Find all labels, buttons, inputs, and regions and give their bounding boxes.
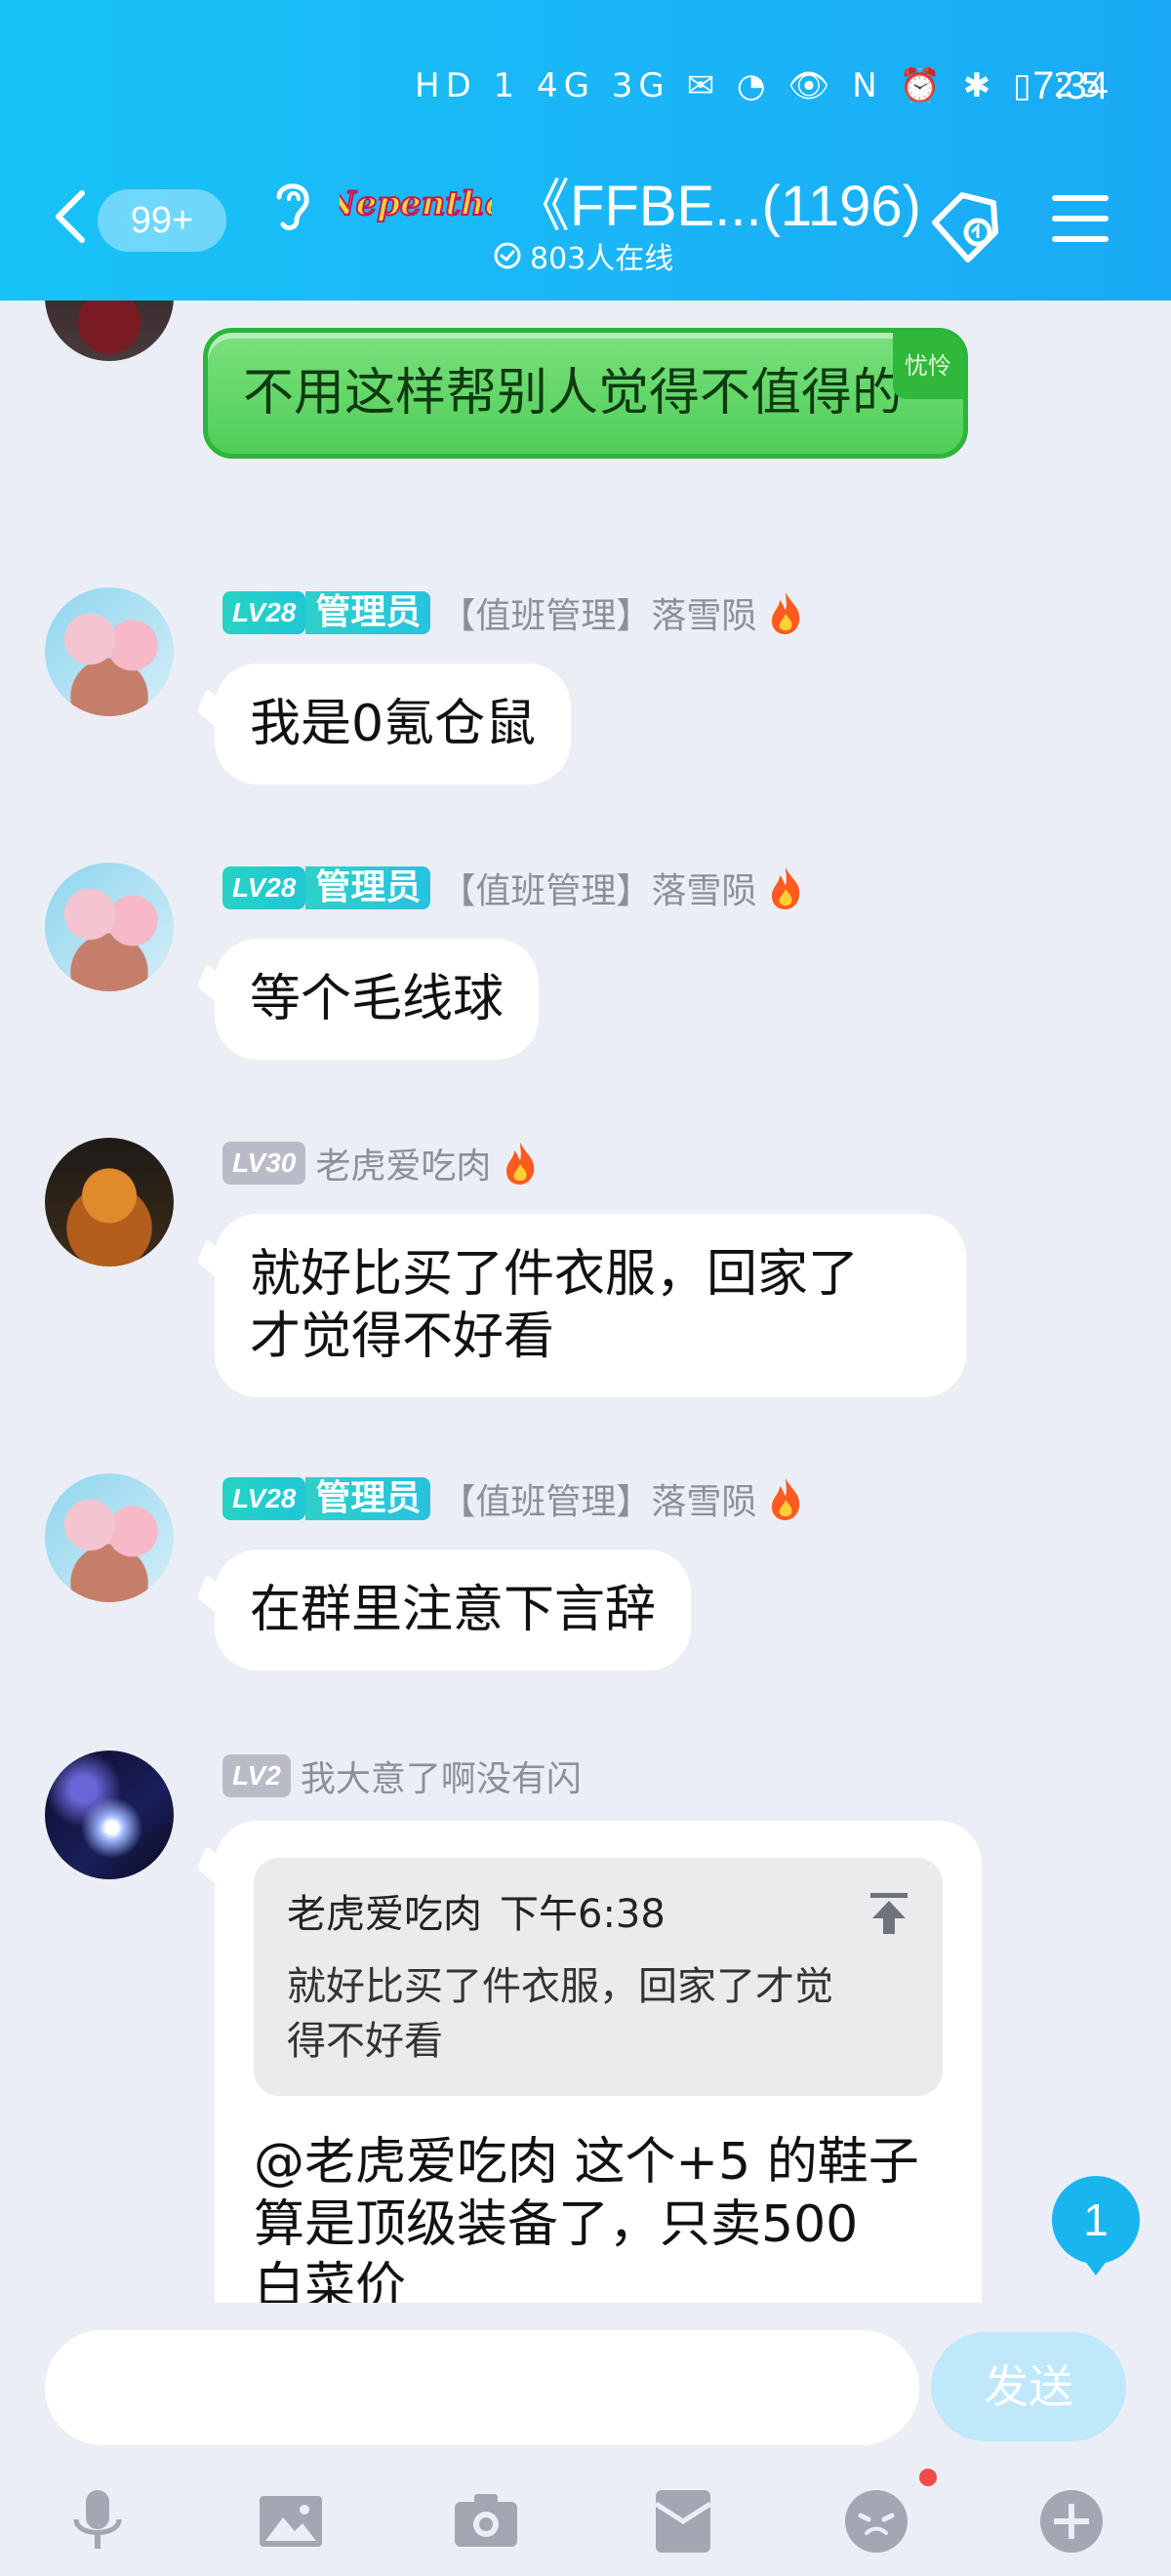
online-count: 803人在线 [530,242,674,276]
jump-to-top-icon[interactable] [867,1891,911,1936]
group-logo: Nepenthe [340,183,492,224]
sender-meta: LV28 管理员 【值班管理】落雪陨 [222,1473,805,1524]
message-list[interactable]: 忧怜 不用这样帮别人觉得不值得的 LV28 管理员 【值班管理】落雪陨 我是0氪… [0,301,1171,2303]
flame-icon [772,867,800,909]
input-area: 发送 [0,2303,1171,2576]
flame-icon [506,1143,535,1185]
message-text: 白菜价 [254,2258,407,2303]
camera-icon[interactable] [451,2486,521,2556]
chat-header: HD 1 4G 3G ✉ ◔ 👁 N ⏰ ✱ ▯ 25 7:34 99+ Nep… [0,0,1171,301]
menu-icon[interactable] [1050,191,1110,246]
role-badge: 管理员 [305,591,431,634]
message-text: 等个毛线球 [250,970,505,1028]
quote-header: 老虎爱吃肉 下午6:38 [287,1883,911,1946]
image-icon[interactable] [256,2486,326,2556]
emoji-icon[interactable] [841,2486,911,2556]
input-toolbar [0,2467,1171,2574]
svg-text:Nepenthe: Nepenthe [340,184,492,223]
online-status: 803人在线 [493,234,673,277]
group-title[interactable]: 《FFBE...(1196) [513,160,921,242]
back-arrow-icon[interactable] [51,187,90,246]
quoted-message[interactable]: 老虎爱吃肉 下午6:38 就好比买了件衣服，回家了才觉 得不好看 [254,1858,943,2096]
bubble-tag: 忧怜 [893,333,963,399]
role-badge: 管理员 [305,1477,431,1520]
level-badge: LV28 [222,591,306,634]
level-badge: LV28 [222,866,306,909]
new-message-badge[interactable]: 1 [1052,2176,1140,2275]
message-bubble[interactable]: 在群里注意下言辞 [215,1550,692,1670]
message-input[interactable] [45,2330,919,2445]
message-bubble[interactable]: 忧怜 不用这样帮别人觉得不值得的 [203,328,968,459]
level-badge: LV30 [222,1142,306,1185]
sender-meta: LV28 管理员 【值班管理】落雪陨 [222,863,805,913]
avatar[interactable] [45,863,174,991]
message-bubble[interactable]: 我是0氪仓鼠 [215,664,572,785]
avatar[interactable] [45,1473,174,1602]
message-text: 我是0氪仓鼠 [250,695,537,753]
group-tag-icon[interactable] [923,183,1007,267]
sender-meta: LV28 管理员 【值班管理】落雪陨 [222,587,805,638]
message-bubble[interactable]: 就好比买了件衣服，回家了 才觉得不好看 [215,1214,966,1397]
flame-icon [772,1478,800,1520]
sender-name[interactable]: 【值班管理】落雪陨 [440,587,756,638]
quote-time: 下午6:38 [500,1892,666,1937]
ear-icon[interactable] [269,176,314,234]
send-button[interactable]: 发送 [931,2332,1126,2441]
message-bubble[interactable]: 等个毛线球 [215,939,540,1060]
status-icons: HD 1 4G 3G ✉ ◔ 👁 N ⏰ ✱ ▯ 25 [415,66,1108,105]
notification-dot [919,2469,937,2486]
avatar[interactable] [45,587,174,716]
message-text: 不用这样帮别人觉得不值得的 [243,364,904,423]
message-text: 才觉得不好看 [250,1308,555,1366]
title-bar: 99+ Nepenthe 《FFBE...(1196) 803人在线 [0,156,1171,283]
avatar[interactable] [45,1751,174,1879]
sender-name[interactable]: 【值班管理】落雪陨 [440,863,756,913]
unread-count-pill[interactable]: 99+ [98,189,226,252]
sender-name[interactable]: 我大意了啊没有闪 [301,1751,582,1801]
red-packet-icon[interactable] [648,2486,718,2556]
level-badge: LV2 [222,1754,291,1797]
sender-name[interactable]: 【值班管理】落雪陨 [440,1473,756,1524]
level-badge: LV28 [222,1477,306,1520]
online-check-icon [494,242,521,269]
message-text: 算是顶级装备了，只卖500 [254,2195,859,2254]
quote-author: 老虎爱吃肉 [287,1892,482,1937]
sender-name[interactable]: 老虎爱吃肉 [315,1138,491,1188]
message-text: @老虎爱吃肉 这个+5 的鞋子 [254,2133,919,2192]
avatar[interactable] [45,301,174,361]
flame-icon [772,592,800,634]
status-time: 7:34 [1032,64,1109,107]
microphone-icon[interactable] [62,2486,133,2556]
role-badge: 管理员 [305,866,431,909]
status-bar: HD 1 4G 3G ✉ ◔ 👁 N ⏰ ✱ ▯ 25 7:34 [0,60,1171,115]
plus-icon[interactable] [1036,2486,1107,2556]
sender-meta: LV2 我大意了啊没有闪 [222,1751,582,1801]
sender-meta: LV30 老虎爱吃肉 [222,1138,540,1188]
avatar[interactable] [45,1138,174,1267]
message-bubble[interactable]: 老虎爱吃肉 下午6:38 就好比买了件衣服，回家了才觉 得不好看 @老虎爱吃肉 … [215,1821,982,2303]
message-text: 就好比买了件衣服，回家了 [250,1245,860,1304]
message-text: 在群里注意下言辞 [250,1581,657,1639]
quote-text: 就好比买了件衣服，回家了才觉 得不好看 [287,1964,833,2064]
